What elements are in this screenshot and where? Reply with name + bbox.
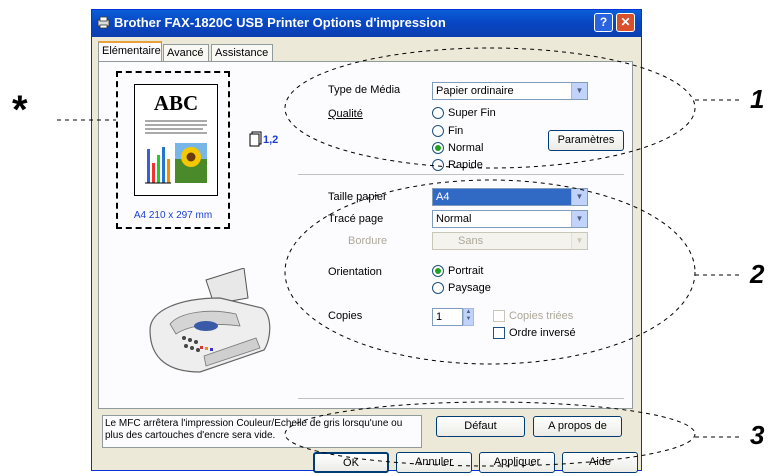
annotation-1: 1: [750, 84, 765, 114]
annotation-2: 2: [750, 259, 765, 289]
annotation-ellipse-2: [284, 179, 696, 365]
annotation-3: 3: [750, 420, 765, 450]
annotation-ellipse-1: [284, 47, 696, 169]
annotation-asterisk: *: [12, 88, 28, 132]
annotation-overlay: [57, 47, 742, 467]
annotation-ellipse-3: [284, 401, 696, 467]
